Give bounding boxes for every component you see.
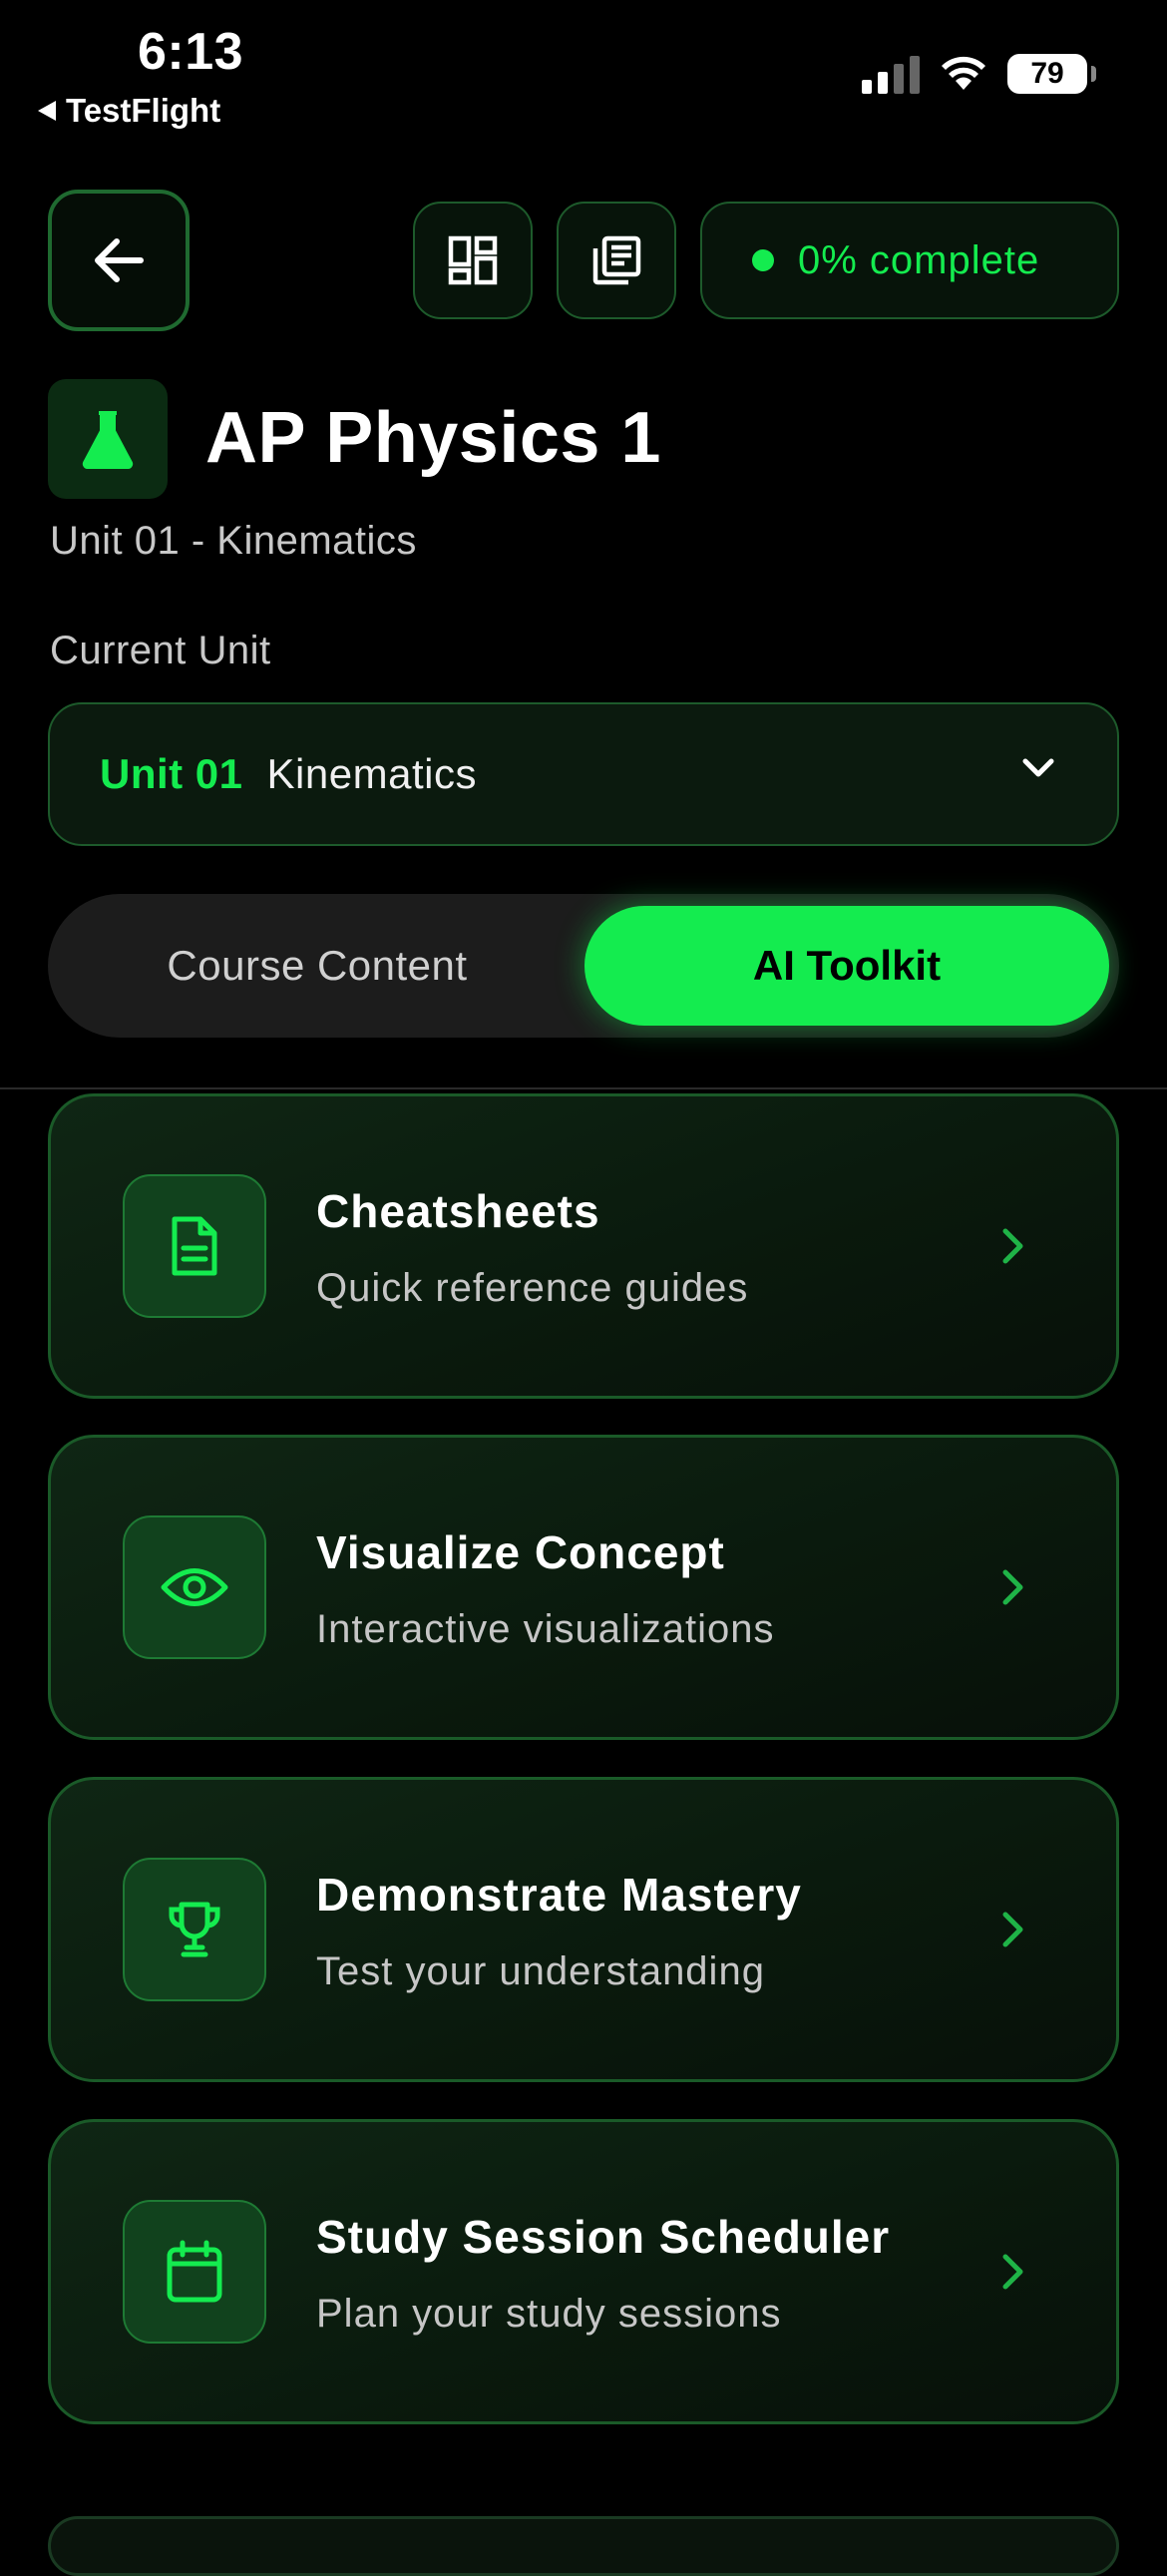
chevron-right-icon xyxy=(1002,1228,1023,1264)
dashboard-button[interactable] xyxy=(413,202,533,319)
wifi-icon xyxy=(942,56,985,90)
course-subtitle: Unit 01 - Kinematics xyxy=(50,519,417,563)
eye-icon xyxy=(161,1568,228,1606)
cellular-signal-icon xyxy=(862,54,920,94)
tool-title: Demonstrate Mastery xyxy=(316,1869,802,1921)
tool-icon-box xyxy=(123,1858,266,2001)
dashboard-grid-icon xyxy=(448,235,498,285)
tool-title: Visualize Concept xyxy=(316,1526,725,1578)
library-books-icon xyxy=(592,235,641,285)
tool-description: Plan your study sessions xyxy=(316,2292,782,2336)
tool-icon-box xyxy=(123,2200,266,2344)
tool-description: Quick reference guides xyxy=(316,1266,749,1310)
status-indicators: 79 xyxy=(862,54,1096,94)
unit-dropdown[interactable]: Unit 01 Kinematics xyxy=(48,702,1119,846)
tool-card-cheatsheets[interactable]: Cheatsheets Quick reference guides xyxy=(48,1093,1119,1399)
chevron-right-icon xyxy=(1002,1569,1023,1605)
notes-button[interactable] xyxy=(557,202,676,319)
document-icon xyxy=(172,1216,217,1276)
tool-icon-box xyxy=(123,1174,266,1318)
back-triangle-icon xyxy=(38,101,56,121)
tool-icon-box xyxy=(123,1515,266,1659)
tool-card-demonstrate-mastery[interactable]: Demonstrate Mastery Test your understand… xyxy=(48,1777,1119,2082)
chevron-down-icon xyxy=(1022,758,1054,777)
tool-description: Test your understanding xyxy=(316,1949,765,1993)
tool-description: Interactive visualizations xyxy=(316,1607,775,1651)
unit-name: Kinematics xyxy=(266,750,477,797)
tool-card-study-session-scheduler[interactable]: Study Session Scheduler Plan your study … xyxy=(48,2119,1119,2424)
tool-card-visualize-concept[interactable]: Visualize Concept Interactive visualizat… xyxy=(48,1435,1119,1740)
arrow-left-icon xyxy=(95,238,144,282)
tool-card-partial[interactable] xyxy=(48,2516,1119,2576)
trophy-icon xyxy=(169,1902,220,1957)
chevron-right-icon xyxy=(1002,2254,1023,2290)
back-to-app-link[interactable]: TestFlight xyxy=(38,92,220,130)
battery-icon: 79 xyxy=(1007,54,1096,94)
status-time: 6:13 xyxy=(138,23,244,81)
unit-number: Unit 01 xyxy=(100,750,243,797)
back-app-label: TestFlight xyxy=(66,92,221,129)
current-unit-label: Current Unit xyxy=(50,629,271,672)
course-icon xyxy=(48,379,168,499)
progress-badge: 0% complete xyxy=(700,202,1119,319)
divider xyxy=(0,1087,1167,1089)
content-tabs: Course Content AI Toolkit xyxy=(48,894,1119,1038)
progress-dot-icon xyxy=(752,249,774,271)
progress-text: 0% complete xyxy=(798,237,1040,282)
tab-course-content[interactable]: Course Content xyxy=(48,894,586,1038)
course-title: AP Physics 1 xyxy=(205,398,661,478)
chevron-right-icon xyxy=(1002,1912,1023,1947)
back-button[interactable] xyxy=(48,190,190,331)
tool-title: Study Session Scheduler xyxy=(316,2211,891,2263)
calendar-icon xyxy=(167,2240,222,2303)
tab-ai-toolkit[interactable]: AI Toolkit xyxy=(584,906,1109,1026)
tool-title: Cheatsheets xyxy=(316,1185,600,1237)
flask-icon xyxy=(82,411,134,469)
